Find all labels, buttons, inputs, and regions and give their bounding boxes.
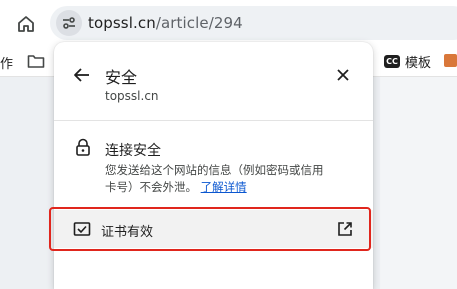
open-in-new-icon[interactable]: [336, 220, 354, 238]
connection-secure-description: 您发送给这个网站的信息（例如密码或信用卡号）不会外泄。 了解详情: [105, 162, 330, 196]
popup-host: topssl.cn: [105, 89, 159, 103]
cc-badge-icon: CC: [384, 55, 400, 68]
lock-icon: [75, 138, 91, 156]
bookmark-template[interactable]: CC 模板: [384, 51, 431, 71]
popup-title: 安全: [105, 68, 138, 87]
bookmark-favicon-icon[interactable]: [444, 54, 457, 67]
site-info-button[interactable]: [56, 10, 82, 36]
address-bar[interactable]: topssl.cn/article/294: [50, 6, 457, 40]
page-stripe: [380, 77, 457, 289]
bookmark-template-label: 模板: [405, 56, 432, 71]
url-text[interactable]: topssl.cn/article/294: [88, 14, 243, 32]
browser-toolbar: topssl.cn/article/294: [0, 0, 457, 46]
learn-more-link[interactable]: 了解详情: [201, 180, 247, 194]
home-icon[interactable]: [14, 12, 38, 36]
bookmark-partial-label[interactable]: 作: [0, 53, 13, 72]
close-icon[interactable]: [333, 65, 353, 85]
certificate-label: 证书有效: [101, 225, 154, 240]
url-path: /article/294: [155, 14, 243, 32]
certificate-icon: [73, 221, 91, 237]
site-info-popup: 安全 topssl.cn 连接安全 您发送给这个网站的信息（例如密码或信用卡号）…: [54, 42, 373, 289]
certificate-row[interactable]: 证书有效: [54, 210, 373, 248]
tune-icon: [63, 17, 75, 29]
connection-secure-title: 连接安全: [105, 143, 161, 159]
folder-icon[interactable]: [27, 53, 45, 69]
back-arrow-icon[interactable]: [71, 64, 93, 86]
divider: [54, 120, 373, 121]
url-host: topssl.cn: [88, 14, 156, 32]
